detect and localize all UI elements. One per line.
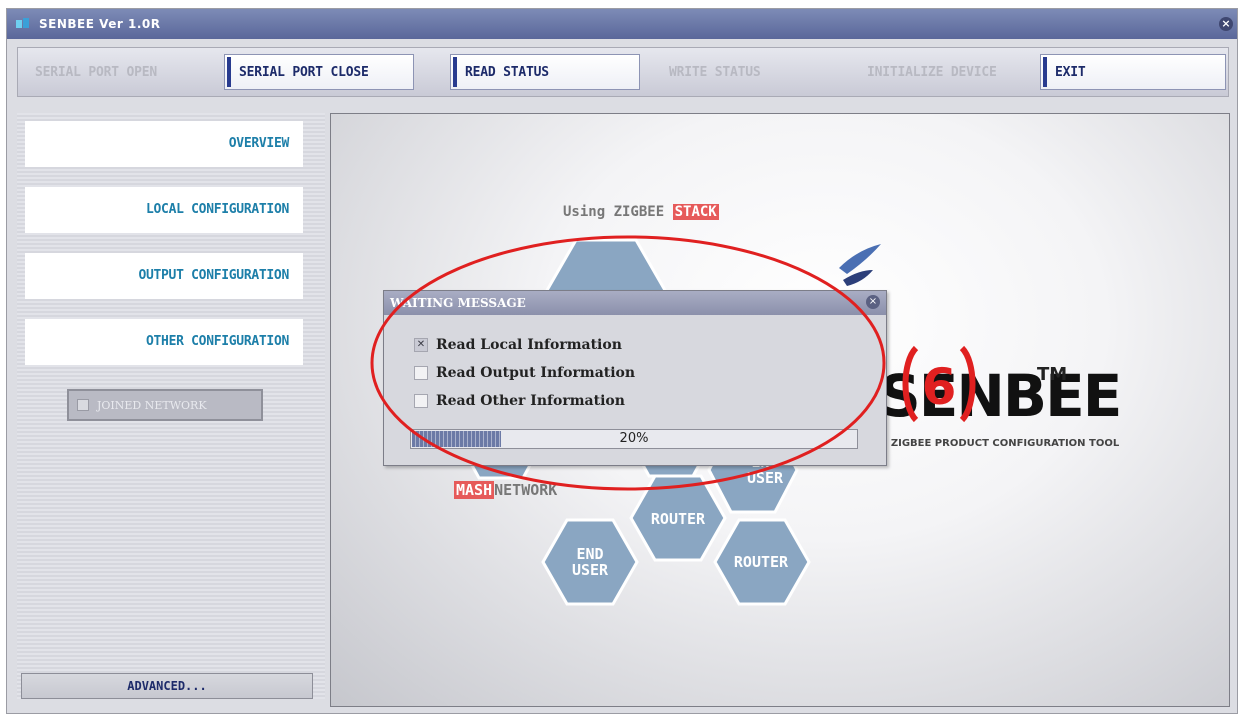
joined-network-checkbox[interactable]: JOINED NETWORK [67,389,263,421]
button-accent-bar [453,57,457,87]
progress-bar: 20% [410,429,858,449]
sidebar-item-other-configuration[interactable]: OTHER CONFIGURATION [25,319,303,365]
app-logo-icon [16,18,29,28]
read-other-information-label: Read Other Information [436,393,625,409]
read-status-button[interactable]: READ STATUS [450,54,640,90]
checklist-item-output: Read Output Information [414,365,635,381]
hex-label-router-right: ROUTER [733,553,789,571]
title-bar[interactable]: SENBEE Ver 1.0R × [7,9,1237,39]
hex-label-router-center: ROUTER [650,510,706,528]
bee-wing-icon [839,244,881,274]
close-icon[interactable]: × [1219,17,1233,31]
network-text: NETWORK [494,481,558,499]
progress-percent: 20% [619,431,649,446]
app-window: SENBEE Ver 1.0R × SERIAL PORT OPEN SERIA… [6,8,1238,714]
advanced-button[interactable]: ADVANCED... [21,673,313,699]
unchecked-checkbox-icon [414,394,428,408]
read-output-information-label: Read Output Information [436,365,636,381]
window-title: SENBEE Ver 1.0R [39,17,161,31]
dialog-close-icon[interactable]: × [866,295,880,309]
sidebar-item-local-configuration[interactable]: LOCAL CONFIGURATION [25,187,303,233]
button-accent-bar [227,57,231,87]
annotation-number-marker: 6 [902,345,976,423]
hex-label-end-user-bottom: END USER [571,545,609,579]
annotation-number: 6 [922,358,957,416]
write-status-button[interactable]: WRITE STATUS [658,54,836,90]
sidebar-item-output-configuration[interactable]: OUTPUT CONFIGURATION [25,253,303,299]
dialog-title[interactable]: WAITING MESSAGE [384,291,886,315]
initialize-device-button[interactable]: INITIALIZE DEVICE [856,54,1038,90]
trademark-mark: TM [1037,364,1068,385]
sidebar-item-overview[interactable]: OVERVIEW [25,121,303,167]
toolbar: SERIAL PORT OPEN SERIAL PORT CLOSE READ … [17,47,1229,97]
sidebar: OVERVIEW LOCAL CONFIGURATION OUTPUT CONF… [17,113,325,699]
checked-checkbox-icon: ✕ [414,338,428,352]
checklist-item-other: Read Other Information [414,393,625,409]
read-local-information-label: Read Local Information [436,337,622,353]
mash-tag: MASH [454,481,495,499]
checklist-item-local: ✕ Read Local Information [414,337,622,353]
checkbox-icon [77,399,89,411]
product-tagline: H ZIGBEE PRODUCT CONFIGURATION TOOL [879,438,1120,449]
unchecked-checkbox-icon [414,366,428,380]
button-accent-bar [1043,57,1047,87]
mash-network-caption: MASH NETWORK [454,481,557,499]
joined-network-label: JOINED NETWORK [97,398,207,412]
exit-button[interactable]: EXIT [1040,54,1226,90]
waiting-message-dialog: WAITING MESSAGE × ✕ Read Local Informati… [383,290,887,466]
serial-port-close-button[interactable]: SERIAL PORT CLOSE [224,54,414,90]
serial-port-open-button[interactable]: SERIAL PORT OPEN [24,54,220,90]
